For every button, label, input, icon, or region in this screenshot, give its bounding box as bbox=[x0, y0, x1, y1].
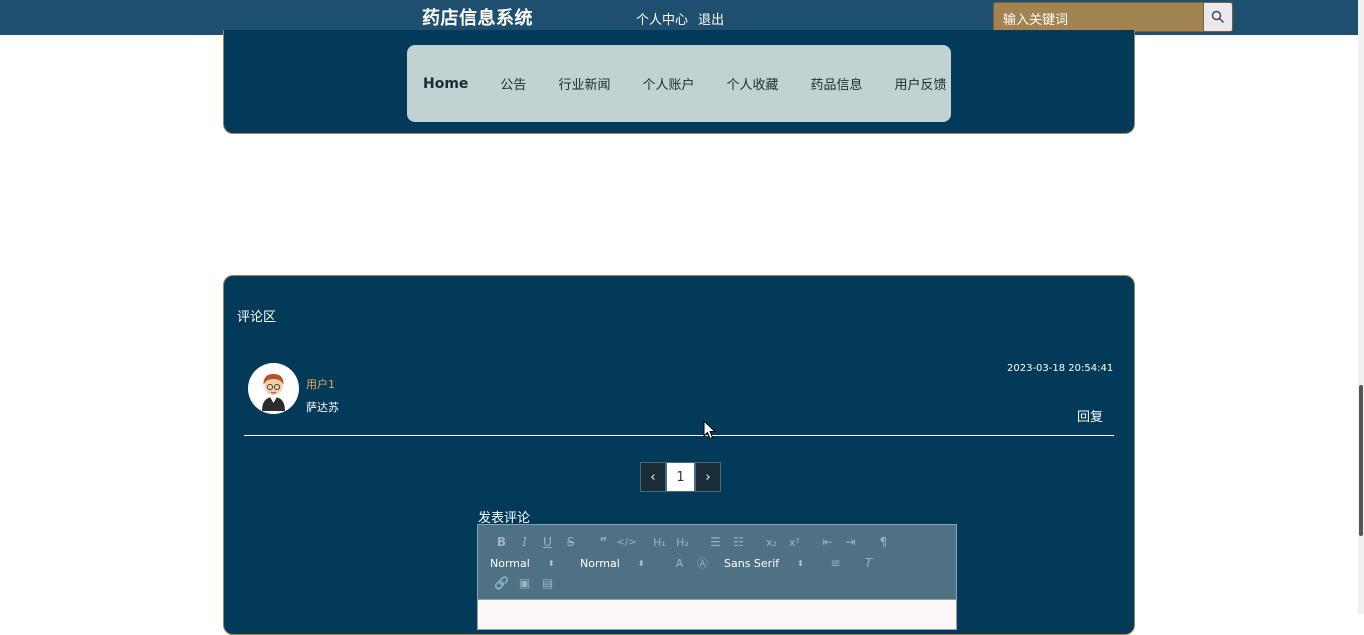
align-icon[interactable]: ≡ bbox=[824, 556, 847, 570]
comment-text: 萨达苏 bbox=[306, 401, 339, 414]
background-color-icon[interactable]: Ⓐ bbox=[691, 555, 714, 571]
heading-2-icon[interactable]: H₂ bbox=[671, 536, 694, 549]
indent-icon[interactable]: ⇥ bbox=[839, 535, 862, 549]
nav-item-home[interactable]: Home bbox=[423, 76, 468, 92]
select-arrow-icon: ⬍ bbox=[547, 558, 555, 568]
logout-link[interactable]: 退出 bbox=[698, 13, 724, 28]
nav-item-notice[interactable]: 公告 bbox=[500, 74, 526, 93]
ordered-list-icon[interactable]: ☰ bbox=[704, 535, 727, 549]
font-select-value: Sans Serif bbox=[724, 556, 780, 570]
header-select[interactable]: Normal ⬍ bbox=[490, 557, 578, 570]
italic-icon[interactable]: I bbox=[513, 535, 536, 549]
top-links: 个人中心 退出 bbox=[636, 9, 730, 28]
strikethrough-icon[interactable]: S bbox=[559, 535, 582, 549]
blockquote-icon[interactable]: ” bbox=[592, 535, 615, 549]
next-page-button[interactable]: › bbox=[695, 462, 721, 492]
search-icon bbox=[1211, 10, 1224, 23]
heading-1-icon[interactable]: H₁ bbox=[648, 536, 671, 549]
personal-center-link[interactable]: 个人中心 bbox=[636, 13, 688, 28]
underline-icon[interactable]: U bbox=[536, 535, 559, 549]
page-1-button[interactable]: 1 bbox=[666, 462, 695, 492]
superscript-icon[interactable]: x² bbox=[783, 536, 806, 549]
nav-item-feedback[interactable]: 用户反馈 bbox=[895, 74, 947, 93]
comment-timestamp: 2023-03-18 20:54:41 bbox=[1007, 363, 1114, 374]
font-color-icon[interactable]: A bbox=[668, 557, 691, 570]
search-input[interactable]: 输入关键词 bbox=[993, 2, 1204, 32]
size-select-value: Normal bbox=[580, 556, 620, 570]
comment-editor[interactable] bbox=[477, 600, 957, 630]
subscript-icon[interactable]: x₂ bbox=[760, 536, 783, 549]
outdent-icon[interactable]: ⇤ bbox=[816, 535, 839, 549]
image-icon[interactable]: ▣ bbox=[513, 576, 536, 590]
video-icon[interactable]: ▤ bbox=[536, 576, 559, 590]
code-block-icon[interactable]: </> bbox=[615, 537, 638, 548]
editor-toolbar: B I U S ” </> H₁ H₂ ☰ ☷ x₂ x² ⇤ ⇥ ¶ Norm… bbox=[477, 524, 957, 600]
avatar bbox=[248, 363, 299, 414]
clear-format-icon[interactable]: T bbox=[857, 556, 880, 570]
nav-item-drug-info[interactable]: 药品信息 bbox=[810, 74, 862, 93]
comment-username: 用户1 bbox=[306, 378, 335, 391]
header-select-value: Normal bbox=[490, 556, 530, 570]
search-button[interactable] bbox=[1203, 2, 1233, 32]
select-arrow-icon: ⬍ bbox=[637, 558, 645, 568]
page-scrollbar-thumb[interactable] bbox=[1359, 385, 1363, 536]
main-nav: Home 公告 行业新闻 个人账户 个人收藏 药品信息 用户反馈 bbox=[407, 45, 951, 122]
pagination: ‹ 1 › bbox=[640, 462, 721, 492]
bullet-list-icon[interactable]: ☷ bbox=[727, 535, 750, 549]
prev-page-button[interactable]: ‹ bbox=[640, 462, 666, 492]
font-select[interactable]: Sans Serif ⬍ bbox=[724, 557, 824, 570]
mouse-cursor-icon bbox=[703, 420, 717, 440]
select-arrow-icon: ⬍ bbox=[797, 558, 804, 568]
user-avatar-icon bbox=[248, 363, 299, 414]
nav-item-account[interactable]: 个人账户 bbox=[642, 74, 694, 93]
nav-item-industry-news[interactable]: 行业新闻 bbox=[558, 74, 610, 93]
comment-heading: 评论区 bbox=[237, 310, 277, 325]
reply-button[interactable]: 回复 bbox=[1077, 406, 1103, 425]
bold-icon[interactable]: B bbox=[490, 535, 513, 549]
text-direction-icon[interactable]: ¶ bbox=[872, 535, 895, 549]
comment-divider bbox=[244, 435, 1114, 436]
nav-item-favorites[interactable]: 个人收藏 bbox=[726, 74, 778, 93]
size-select[interactable]: Normal ⬍ bbox=[580, 557, 668, 570]
site-title: 药店信息系统 bbox=[422, 8, 533, 29]
link-icon[interactable]: 🔗 bbox=[490, 576, 513, 590]
